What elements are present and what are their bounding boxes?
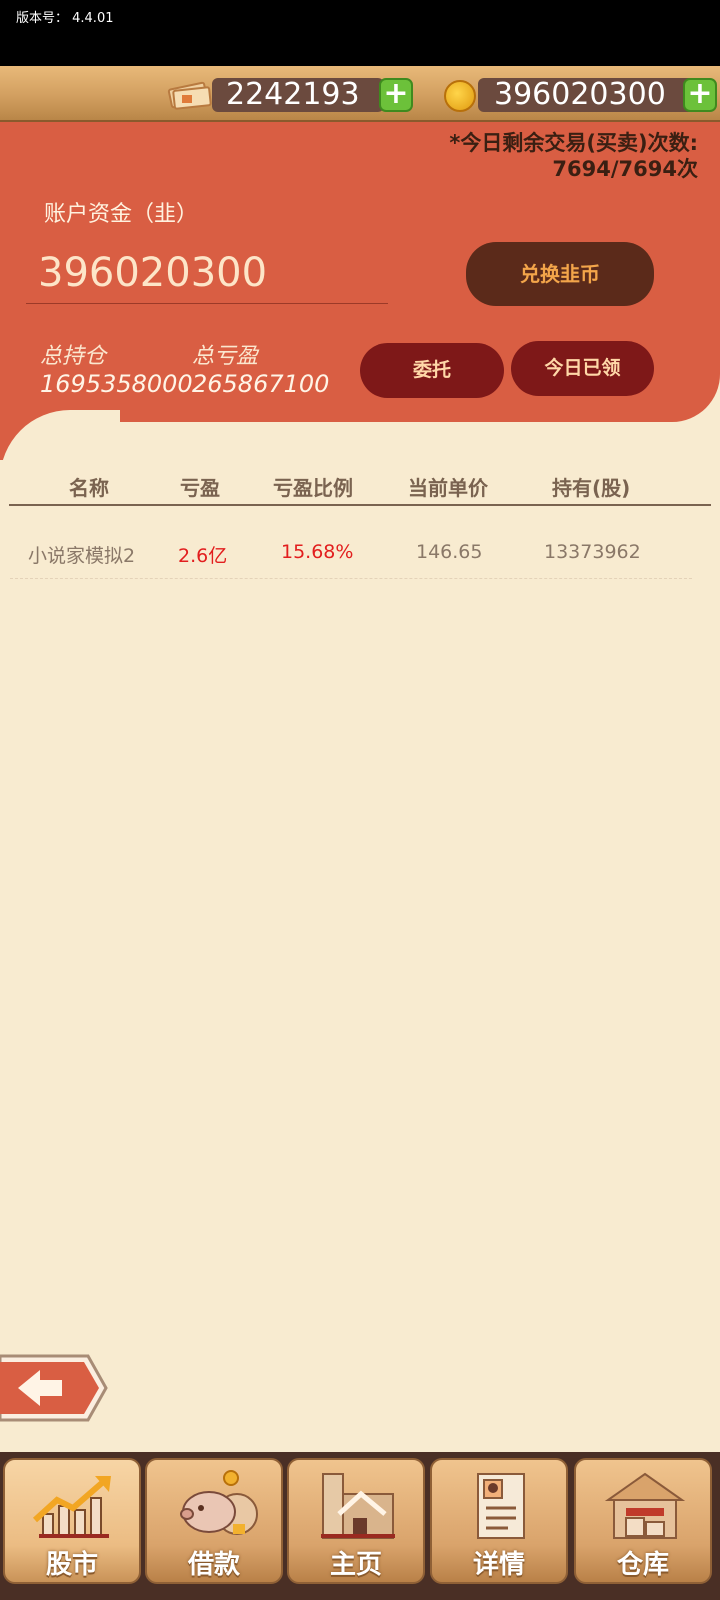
row-divider (10, 578, 692, 579)
status-bar: 版本号： 4.4.01 (0, 0, 720, 66)
stock-shares: 13373962 (544, 541, 641, 563)
cash-icon (167, 81, 212, 110)
account-funds-value: 396020300 (38, 250, 268, 296)
account-funds-label: 账户资金（韭） (44, 202, 199, 227)
chart-up-icon (32, 1476, 111, 1538)
profile-document-icon (477, 1473, 525, 1539)
tab-label: 详情 (472, 1550, 525, 1580)
total-position-label: 总持仓 (40, 344, 107, 369)
tab-label: 主页 (329, 1550, 382, 1580)
version-text: 版本号： 4.4.01 (16, 11, 114, 26)
tab-details[interactable]: 详情 (430, 1458, 568, 1584)
stock-name: 小说家模拟2 (28, 545, 136, 567)
header-name: 名称 (69, 476, 109, 500)
exchange-coins-button[interactable]: 兑换韭币 (466, 242, 654, 306)
tab-stock-market[interactable]: 股市 (3, 1458, 141, 1584)
tab-loan[interactable]: 借款 (145, 1458, 283, 1584)
tab-label: 仓库 (616, 1550, 669, 1580)
tab-warehouse[interactable]: 仓库 (574, 1458, 712, 1584)
header-shares: 持有(股) (552, 476, 631, 500)
tab-label: 借款 (187, 1550, 240, 1580)
add-cash-button[interactable]: + (379, 78, 413, 112)
tab-home[interactable]: 主页 (287, 1458, 425, 1584)
header-pnl: 亏盈 (180, 476, 220, 500)
remaining-trades: *今日剩余交易(买卖)次数: 7694/7694次 (449, 130, 698, 182)
total-position-value: 1695358000 (40, 370, 193, 398)
tab-label: 股市 (45, 1550, 98, 1580)
warehouse-icon (604, 1472, 686, 1539)
remaining-trades-count: 7694/7694次 (552, 157, 698, 181)
cash-amount: 2242193 (212, 78, 384, 112)
remaining-trades-label: *今日剩余交易(买卖)次数: (449, 131, 698, 155)
total-pnl-label: 总亏盈 (192, 344, 259, 369)
currency-bar: 2242193 + 396020300 + (0, 66, 720, 122)
total-pnl-value: 265867100 (192, 370, 330, 398)
panel-curve (0, 410, 120, 520)
entrust-button[interactable]: 委托 (360, 343, 504, 398)
header-price: 当前单价 (408, 476, 488, 500)
today-claimed-button[interactable]: 今日已领 (511, 341, 654, 396)
table-header-divider (9, 504, 711, 506)
piggy-bank-icon (180, 1470, 258, 1535)
add-gold-button[interactable]: + (683, 78, 717, 112)
stock-pnl-ratio: 15.68% (281, 541, 354, 563)
gold-coin-icon (444, 80, 476, 112)
stock-price: 146.65 (416, 541, 483, 563)
back-arrow-icon[interactable] (0, 1352, 108, 1424)
account-funds-underline (26, 303, 388, 304)
header-pnl-ratio: 亏盈比例 (273, 476, 353, 500)
home-icon (321, 1473, 395, 1539)
stock-pnl: 2.6亿 (178, 545, 228, 567)
gold-amount: 396020300 (478, 78, 700, 112)
